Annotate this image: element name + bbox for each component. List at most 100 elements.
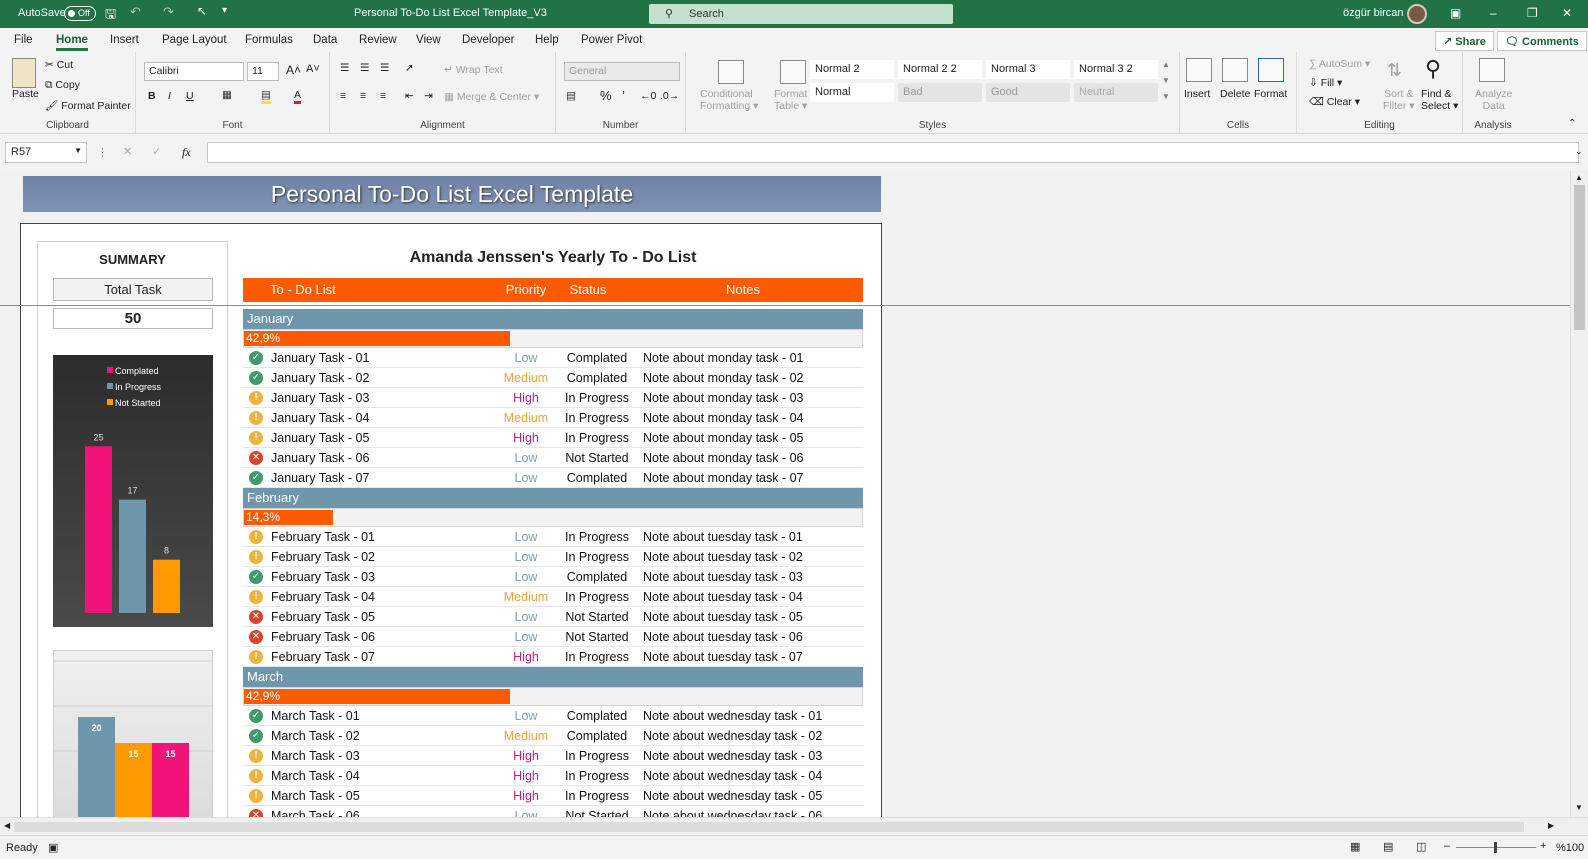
avatar[interactable] — [1407, 4, 1427, 24]
italic-icon[interactable]: I — [168, 90, 171, 102]
conditional-formatting-button[interactable]: Conditional Formatting ▾ — [700, 88, 758, 112]
scroll-left-icon[interactable]: ◀ — [4, 821, 10, 830]
font-color-icon[interactable]: A — [294, 89, 302, 104]
table-row[interactable]: ! March Task - 05 High In Progress Note abou… — [243, 786, 863, 806]
fill-button[interactable]: ⇩ Fill ▾ — [1309, 77, 1342, 89]
insert-function-icon[interactable]: fx — [182, 145, 191, 160]
delete-cells-button[interactable]: Delete — [1220, 88, 1250, 100]
increase-decimal-icon[interactable]: ←0 — [640, 90, 656, 102]
tab-review[interactable]: Review — [359, 34, 397, 46]
styles-more-icon[interactable]: ▼ — [1162, 92, 1170, 101]
font-name-select[interactable]: Calibri — [144, 62, 244, 81]
analyze-data-button[interactable]: Analyze Data — [1475, 88, 1512, 112]
decrease-decimal-icon[interactable]: .0→ — [660, 90, 679, 102]
search-box[interactable]: ⚲ Search — [649, 4, 953, 24]
table-row[interactable]: ✕ January Task - 06 Low Not Started Note abo… — [243, 448, 863, 468]
zoom-in-icon[interactable]: + — [1540, 840, 1546, 852]
style-normal-3[interactable]: Normal 3 — [986, 60, 1070, 79]
analyze-data-icon[interactable] — [1479, 58, 1505, 82]
customize-qat-icon[interactable]: ▾ — [222, 5, 227, 16]
align-bottom-icon[interactable]: ☰ — [380, 62, 389, 74]
tab-data[interactable]: Data — [313, 34, 337, 46]
styles-scroll-down-icon[interactable]: ▼ — [1162, 76, 1170, 85]
sort-filter-icon[interactable]: ⇅ — [1387, 60, 1402, 81]
table-row[interactable]: ✓ January Task - 02 Medium Complated Note ab… — [243, 368, 863, 388]
style-good[interactable]: Good — [986, 83, 1070, 102]
align-left-icon[interactable]: ≡ — [340, 90, 346, 102]
insert-cells-button[interactable]: Insert — [1184, 88, 1210, 100]
table-row[interactable]: ! January Task - 05 High In Progress Note ab… — [243, 428, 863, 448]
normal-view-icon[interactable]: ▦ — [1350, 840, 1360, 853]
sort-filter-button[interactable]: Sort & Filter ▾ — [1383, 88, 1415, 112]
styles-scroll-up-icon[interactable]: ▲ — [1162, 60, 1170, 69]
table-row[interactable]: ✕ March Task - 06 Low Not Started Note about… — [243, 806, 863, 817]
align-middle-icon[interactable]: ☰ — [360, 62, 369, 74]
scroll-up-icon[interactable]: ▲ — [1575, 173, 1583, 182]
vertical-scrollbar[interactable]: ▲ ▼ — [1570, 171, 1588, 817]
fill-color-icon[interactable]: ▤ — [261, 89, 271, 104]
shrink-font-icon[interactable]: A˅ — [306, 63, 320, 75]
format-cells-button[interactable]: Format — [1254, 88, 1287, 100]
cancel-icon[interactable]: ✕ — [123, 145, 132, 158]
share-button[interactable]: ↗ Share — [1435, 31, 1494, 51]
decrease-indent-icon[interactable]: ⇤ — [405, 90, 414, 102]
macro-record-icon[interactable]: ▣ — [48, 841, 58, 854]
expand-formula-icon[interactable]: ⌄ — [1575, 146, 1583, 157]
tab-help[interactable]: Help — [535, 34, 559, 46]
table-row[interactable]: ! February Task - 01 Low In Progress Note ab… — [243, 527, 863, 547]
vertical-scroll-thumb[interactable] — [1574, 185, 1585, 330]
scroll-right-icon[interactable]: ▶ — [1548, 821, 1554, 830]
tab-developer[interactable]: Developer — [462, 34, 514, 46]
horizontal-scroll-thumb[interactable] — [14, 822, 1524, 832]
table-row[interactable]: ✓ January Task - 07 Low Complated Note about… — [243, 468, 863, 488]
bold-icon[interactable]: B — [148, 90, 156, 102]
user-name[interactable]: özgür bircan — [1343, 7, 1404, 19]
grow-font-icon[interactable]: A˄ — [286, 63, 301, 77]
clear-button[interactable]: ⌫ Clear ▾ — [1309, 96, 1360, 108]
comments-button[interactable]: 🗨 Comments — [1497, 31, 1587, 51]
align-center-icon[interactable]: ≡ — [360, 90, 366, 102]
table-row[interactable]: ✕ February Task - 05 Low Not Started Note ab… — [243, 607, 863, 627]
undo-icon[interactable]: ↶ — [130, 4, 141, 20]
close-icon[interactable]: ✕ — [1562, 6, 1572, 20]
minimize-icon[interactable]: – — [1490, 6, 1497, 20]
touch-mode-icon[interactable]: ↖ — [197, 4, 207, 18]
conditional-formatting-icon[interactable] — [718, 60, 744, 84]
align-right-icon[interactable]: ≡ — [380, 90, 386, 102]
style-normal-2-2[interactable]: Normal 2 2 — [898, 60, 982, 79]
table-row[interactable]: ! February Task - 04 Medium In Progress Note… — [243, 587, 863, 607]
tab-insert[interactable]: Insert — [110, 34, 139, 46]
table-row[interactable]: ! January Task - 04 Medium In Progress Note … — [243, 408, 863, 428]
table-row[interactable]: ! February Task - 02 Low In Progress Note ab… — [243, 547, 863, 567]
align-top-icon[interactable]: ☰ — [340, 62, 349, 74]
format-as-table-icon[interactable] — [780, 60, 806, 84]
copy-button[interactable]: ⧉ Copy — [45, 79, 80, 92]
find-icon[interactable]: ⚲ — [1425, 56, 1441, 82]
formula-input[interactable] — [207, 142, 1579, 163]
cut-button[interactable]: ✂ Cut — [45, 59, 73, 71]
style-normal-2[interactable]: Normal 2 — [810, 60, 894, 79]
scroll-down-icon[interactable]: ▼ — [1575, 803, 1583, 812]
table-row[interactable]: ✓ March Task - 02 Medium Complated Note abou… — [243, 726, 863, 746]
redo-icon[interactable]: ↷ — [163, 4, 174, 20]
horizontal-scrollbar[interactable]: ◀ ▶ — [0, 817, 1588, 835]
format-painter-button[interactable]: 🖌 Format Painter — [45, 99, 131, 112]
priority-chart[interactable]: 20 15 15 — [53, 650, 214, 817]
tab-file[interactable]: File — [14, 34, 33, 46]
insert-cells-icon[interactable] — [1186, 58, 1212, 82]
table-row[interactable]: ! January Task - 03 High In Progress Note ab… — [243, 388, 863, 408]
paste-button[interactable]: Paste — [12, 88, 39, 100]
wrap-text-button[interactable]: ↵ Wrap Text — [444, 64, 503, 76]
document-title[interactable]: Personal To-Do List Excel Template_V3 — [354, 7, 547, 19]
tab-power-pivot[interactable]: Power Pivot — [581, 34, 642, 46]
borders-icon[interactable]: ▦ — [222, 89, 232, 101]
restore-icon[interactable]: ❐ — [1527, 6, 1538, 20]
merge-center-button[interactable]: ▦ Merge & Center ▾ — [444, 91, 539, 103]
page-break-view-icon[interactable]: ◫ — [1416, 840, 1426, 853]
find-select-button[interactable]: Find & Select ▾ — [1421, 88, 1458, 112]
paste-icon[interactable] — [12, 58, 36, 88]
percent-icon[interactable]: % — [600, 88, 612, 103]
table-row[interactable]: ✓ February Task - 03 Low Complated Note abou… — [243, 567, 863, 587]
tab-view[interactable]: View — [416, 34, 441, 46]
increase-indent-icon[interactable]: ⇥ — [424, 90, 433, 102]
